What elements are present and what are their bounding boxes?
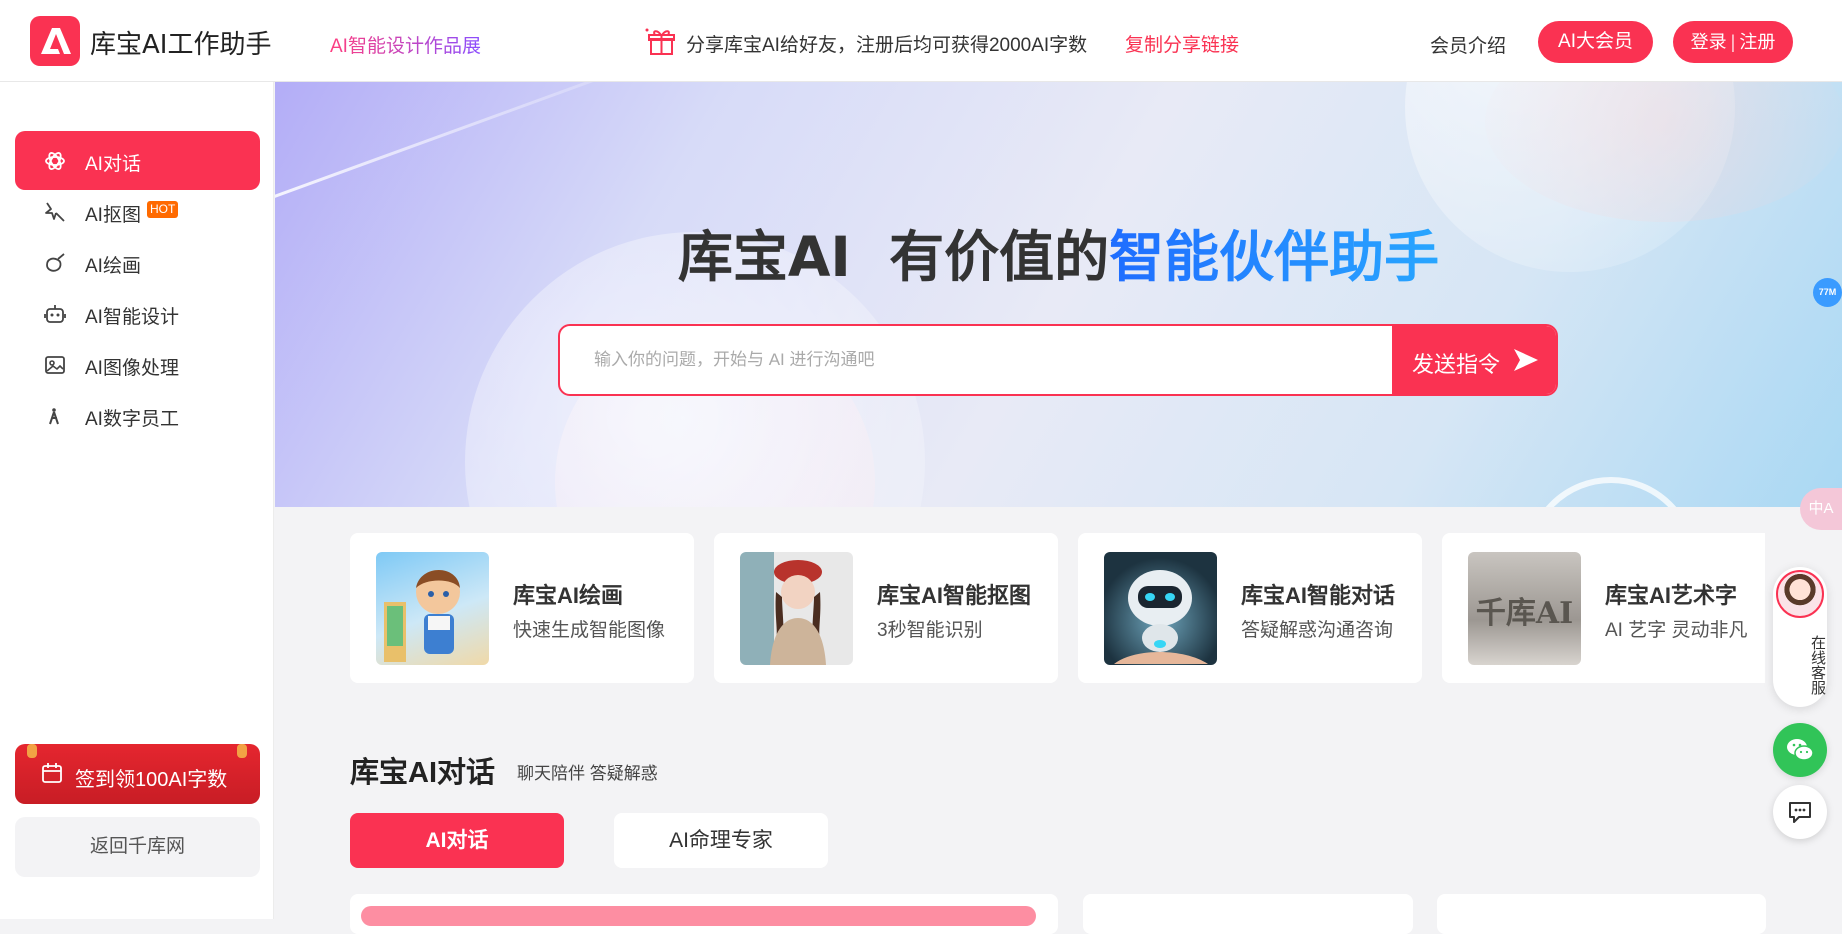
- lantern-decoration: [237, 744, 247, 758]
- hot-badge: HOT: [147, 201, 179, 218]
- back-to-qianku-button[interactable]: 返回千库网: [15, 817, 260, 877]
- robot-icon: [44, 305, 66, 323]
- send-label: 发送指令: [1412, 352, 1501, 377]
- feature-cards-row: 库宝AI绘画 快速生成智能图像 库宝AI智能抠图 3秒智能识别 库宝AI智能对话…: [350, 533, 1765, 683]
- card-title: 库宝AI智能对话: [1241, 583, 1396, 608]
- send-arrow-icon: [1514, 349, 1538, 371]
- feature-card-art-text[interactable]: 千库AI 库宝AI艺术字 AI 艺字 灵动非凡: [1442, 533, 1765, 683]
- card-title: 库宝AI艺术字: [1605, 583, 1738, 608]
- share-text: 分享库宝AI给好友，注册后均可获得2000AI字数: [686, 35, 1088, 56]
- person-icon: [49, 408, 59, 425]
- login-register-button[interactable]: 登录 | 注册: [1673, 21, 1793, 63]
- sidebar-item-label: AI抠图: [85, 205, 141, 226]
- gift-icon: [645, 28, 675, 55]
- hero-title: 库宝AI 有价值的智能伙伴助手: [275, 212, 1842, 292]
- register-label[interactable]: 注册: [1739, 32, 1775, 52]
- card-title: 库宝AI绘画: [513, 583, 624, 608]
- login-label[interactable]: 登录: [1691, 32, 1727, 52]
- palette-icon: [46, 253, 65, 272]
- chat-panel: [350, 894, 1058, 934]
- hero-title-prefix: 库宝AI 有价值的: [677, 225, 1110, 289]
- calendar-icon: [42, 763, 62, 783]
- support-avatar: [1776, 570, 1824, 618]
- content-panel: [1083, 894, 1413, 934]
- magic-wand-icon: [45, 202, 65, 222]
- ai-chat-icon: [45, 152, 65, 170]
- card-desc: AI 艺字 灵动非凡: [1605, 620, 1748, 641]
- gallery-link[interactable]: AI智能设计作品展: [330, 31, 481, 58]
- chat-search-box: 发送指令: [558, 324, 1558, 396]
- message-icon: [1789, 802, 1811, 823]
- chat-input[interactable]: [560, 326, 1390, 394]
- ring-decoration: [1525, 477, 1697, 507]
- top-header: 库宝AI工作助手 AI智能设计作品展 分享库宝AI给好友，注册后均可获得2000…: [0, 0, 1842, 82]
- sidebar: AI对话 AI抠图 HOT AI绘画 AI智能设计 AI图像处理 AI数字员工 …: [0, 82, 274, 919]
- tab-ai-fortune-expert[interactable]: AI命理专家: [614, 813, 828, 868]
- wechat-icon: [1787, 739, 1814, 761]
- image-icon: [45, 356, 65, 374]
- lantern-decoration: [27, 744, 37, 758]
- tab-ai-chat[interactable]: AI对话: [350, 813, 564, 868]
- card-desc: 快速生成智能图像: [513, 620, 666, 641]
- content-panel: [1437, 894, 1766, 934]
- section-title: 库宝AI对话: [350, 757, 496, 789]
- sidebar-item-label: AI数字员工: [85, 409, 179, 430]
- sidebar-item-label: AI绘画: [85, 256, 141, 277]
- sidebar-item-label: AI智能设计: [85, 307, 179, 328]
- sidebar-item-ai-staff[interactable]: AI数字员工: [15, 386, 260, 445]
- copy-share-link[interactable]: 复制分享链接: [1125, 30, 1239, 57]
- send-command-button[interactable]: 发送指令: [1392, 326, 1556, 394]
- art-text-sample: 千库AI: [1475, 596, 1574, 631]
- sidebar-item-label: AI图像处理: [85, 358, 179, 379]
- chat-panel-header: [361, 906, 1036, 926]
- hero-banner: 库宝AI 有价值的智能伙伴助手 发送指令: [275, 82, 1842, 507]
- logo-text[interactable]: 库宝AI工作助手: [90, 24, 271, 61]
- login-separator: |: [1730, 32, 1736, 52]
- card-title: 库宝AI智能抠图: [877, 583, 1032, 608]
- card-desc: 答疑解惑沟通咨询: [1241, 620, 1394, 641]
- translate-icon[interactable]: 中A: [1800, 488, 1842, 530]
- logo-icon[interactable]: [30, 16, 80, 66]
- signin-label: 签到领100AI字数: [75, 769, 228, 791]
- support-label: 在线客服: [1809, 634, 1826, 695]
- feature-card-chat[interactable]: 库宝AI智能对话 答疑解惑沟通咨询: [1078, 533, 1422, 683]
- speed-indicator-badge[interactable]: 77M: [1813, 278, 1842, 307]
- card-desc: 3秒智能识别: [877, 620, 983, 641]
- cutout-thumbnail: [740, 552, 853, 665]
- painting-thumbnail: [376, 552, 489, 665]
- member-intro-link[interactable]: 会员介绍: [1430, 31, 1506, 58]
- section-subtitle: 聊天陪伴 答疑解惑: [517, 764, 658, 783]
- robot-thumbnail: [1104, 552, 1217, 665]
- hero-title-accent: 智能伙伴助手: [1109, 225, 1440, 289]
- sidebar-item-label: AI对话: [85, 154, 141, 175]
- feature-card-painting[interactable]: 库宝AI绘画 快速生成智能图像: [350, 533, 694, 683]
- signin-reward-button[interactable]: 签到领100AI字数: [15, 744, 260, 804]
- light-streak-decoration: [275, 82, 651, 205]
- vip-button[interactable]: AI大会员: [1538, 21, 1653, 63]
- art-text-thumbnail: 千库AI: [1468, 552, 1581, 665]
- online-support-button[interactable]: 在线客服: [1773, 567, 1827, 707]
- message-button[interactable]: [1773, 785, 1827, 839]
- feature-card-cutout[interactable]: 库宝AI智能抠图 3秒智能识别: [714, 533, 1058, 683]
- wechat-button[interactable]: [1773, 723, 1827, 777]
